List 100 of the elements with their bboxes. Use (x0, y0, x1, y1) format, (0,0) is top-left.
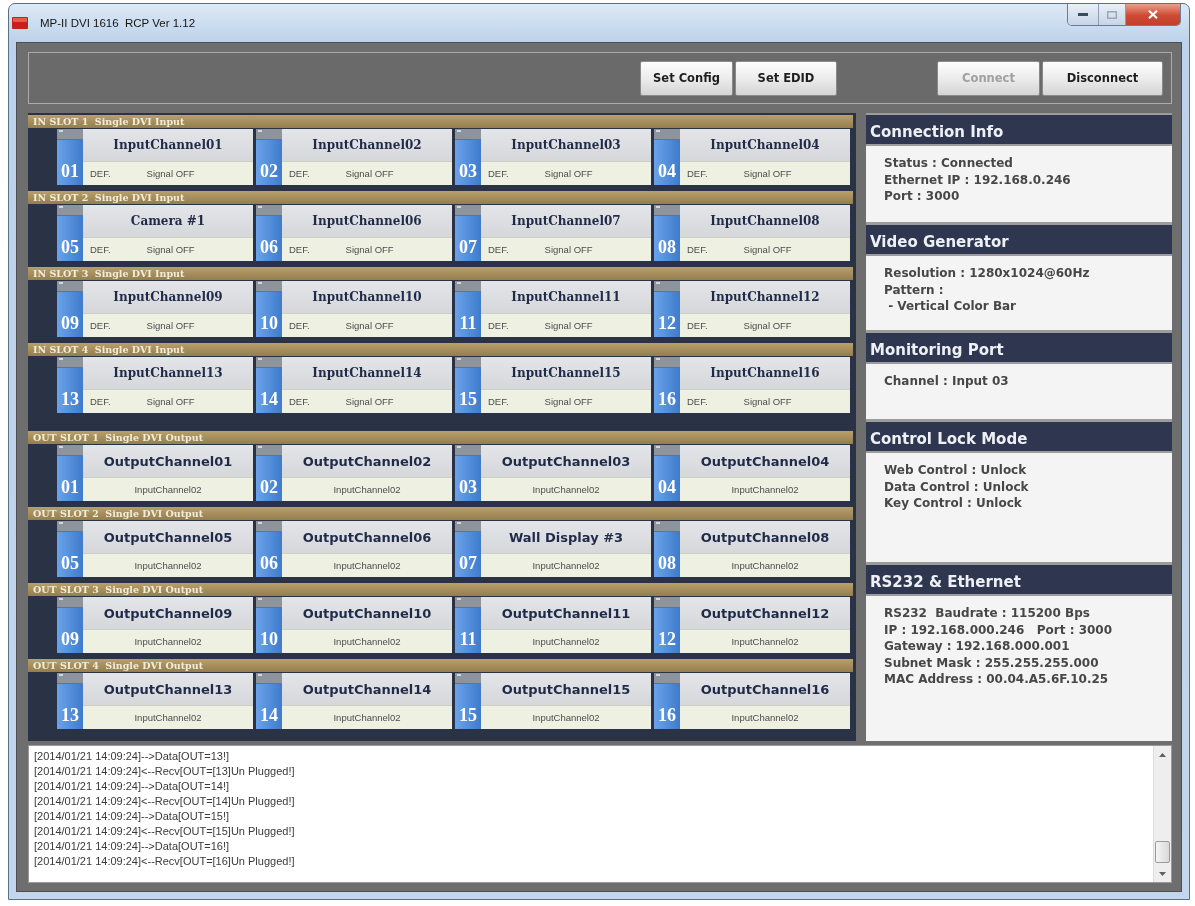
output-channel-card[interactable]: 07 Wall Display #3 InputChannel02 (455, 521, 651, 577)
output-channel-card[interactable]: 12 OutputChannel12 InputChannel02 (654, 597, 850, 653)
output-channel-card[interactable]: 09 OutputChannel09 InputChannel02 (57, 597, 253, 653)
tab-icon (455, 521, 481, 532)
input-channel-card[interactable]: 13 InputChannel13 DEF. Signal OFF (57, 357, 253, 413)
tab-icon (256, 597, 282, 608)
source-channel: InputChannel02 (731, 560, 799, 571)
input-channel-card[interactable]: 14 InputChannel14 DEF. Signal OFF (256, 357, 452, 413)
output-channel-card[interactable]: 13 OutputChannel13 InputChannel02 (57, 673, 253, 729)
input-channel-card[interactable]: 05 Camera #1 DEF. Signal OFF (57, 205, 253, 261)
tab-icon (654, 673, 680, 684)
channel-number: 16 (654, 684, 680, 729)
scrollbar[interactable] (1153, 746, 1171, 882)
tab-icon (57, 281, 83, 292)
channel-name: OutputChannel15 (501, 681, 631, 697)
channel-number: 08 (654, 532, 680, 577)
tab-icon (57, 673, 83, 684)
tab-icon (654, 205, 680, 216)
signal-status: Signal OFF (743, 244, 792, 255)
channel-number: 01 (57, 456, 83, 501)
tab-icon (256, 673, 282, 684)
output-channel-card[interactable]: 05 OutputChannel05 InputChannel02 (57, 521, 253, 577)
input-channel-card[interactable]: 03 InputChannel03 DEF. Signal OFF (455, 129, 651, 185)
close-icon (1148, 10, 1158, 19)
info-line: Subnet Mask : 255.255.255.000 (884, 654, 1099, 671)
info-line: Web Control : Unlock (884, 462, 1027, 479)
input-channel-card[interactable]: 09 InputChannel09 DEF. Signal OFF (57, 281, 253, 337)
section-title: RS232 & Ethernet (870, 573, 1021, 591)
tab-icon (654, 445, 680, 456)
channel-name: OutputChannel16 (700, 681, 830, 697)
section-title: Video Generator (870, 233, 1009, 251)
signal-status: Signal OFF (743, 396, 792, 407)
output-channel-card[interactable]: 04 OutputChannel04 InputChannel02 (654, 445, 850, 501)
input-channel-card[interactable]: 16 InputChannel16 DEF. Signal OFF (654, 357, 850, 413)
output-channel-card[interactable]: 15 OutputChannel15 InputChannel02 (455, 673, 651, 729)
input-channel-card[interactable]: 07 InputChannel07 DEF. Signal OFF (455, 205, 651, 261)
output-channel-card[interactable]: 11 OutputChannel11 InputChannel02 (455, 597, 651, 653)
log-line: [2014/01/21 14:09:24]<--Recv[OUT=[15]Un Plugged!] (34, 824, 295, 839)
signal-status: Signal OFF (146, 320, 195, 331)
tab-icon (455, 205, 481, 216)
tab-icon (256, 357, 282, 368)
input-channel-card[interactable]: 12 InputChannel12 DEF. Signal OFF (654, 281, 850, 337)
input-channel-card[interactable]: 08 InputChannel08 DEF. Signal OFF (654, 205, 850, 261)
tab-icon (455, 445, 481, 456)
section-title: Connection Info (870, 123, 1004, 141)
close-button[interactable] (1126, 4, 1180, 25)
output-channel-card[interactable]: 10 OutputChannel10 InputChannel02 (256, 597, 452, 653)
channel-number: 02 (256, 140, 282, 185)
source-channel: InputChannel02 (532, 712, 600, 723)
info-line: RS232 Baudrate : 115200 Bps (884, 605, 1090, 622)
input-channel-card[interactable]: 06 InputChannel06 DEF. Signal OFF (256, 205, 452, 261)
output-channel-card[interactable]: 06 OutputChannel06 InputChannel02 (256, 521, 452, 577)
tab-icon (256, 129, 282, 140)
channel-name: InputChannel13 (113, 366, 223, 380)
signal-status: Signal OFF (743, 320, 792, 331)
input-channel-card[interactable]: 01 InputChannel01 DEF. Signal OFF (57, 129, 253, 185)
input-channel-card[interactable]: 02 InputChannel02 DEF. Signal OFF (256, 129, 452, 185)
toolbar-button[interactable]: Set Config (640, 60, 733, 96)
source-channel: InputChannel02 (532, 636, 600, 647)
input-channel-card[interactable]: 10 InputChannel10 DEF. Signal OFF (256, 281, 452, 337)
minimize-button[interactable] (1068, 4, 1099, 25)
output-channel-card[interactable]: 03 OutputChannel03 InputChannel02 (455, 445, 651, 501)
log-line: [2014/01/21 14:09:24]-->Data[OUT=13!] (34, 749, 230, 764)
info-line: Ethernet IP : 192.168.0.246 (884, 171, 1071, 188)
output-channel-card[interactable]: 08 OutputChannel08 InputChannel02 (654, 521, 850, 577)
input-channel-card[interactable]: 15 InputChannel15 DEF. Signal OFF (455, 357, 651, 413)
output-channel-card[interactable]: 16 OutputChannel16 InputChannel02 (654, 673, 850, 729)
input-channel-card[interactable]: 04 InputChannel04 DEF. Signal OFF (654, 129, 850, 185)
channel-number: 03 (455, 140, 481, 185)
channel-number: 10 (256, 608, 282, 653)
channel-number: 07 (455, 216, 481, 261)
output-channel-card[interactable]: 02 OutputChannel02 InputChannel02 (256, 445, 452, 501)
channel-number: 15 (455, 368, 481, 413)
channel-number: 11 (455, 608, 481, 653)
tab-icon (57, 597, 83, 608)
output-channel-card[interactable]: 01 OutputChannel01 InputChannel02 (57, 445, 253, 501)
tab-icon (455, 357, 481, 368)
output-channel-card[interactable]: 14 OutputChannel14 InputChannel02 (256, 673, 452, 729)
channel-name: OutputChannel14 (302, 681, 432, 697)
info-line: Channel : Input 03 (884, 373, 1009, 390)
tab-icon (455, 597, 481, 608)
channel-number: 14 (256, 684, 282, 729)
log-line: [2014/01/21 14:09:24]-->Data[OUT=14!] (34, 779, 230, 794)
channel-number: 05 (57, 532, 83, 577)
toolbar-button[interactable]: Set EDID (735, 60, 837, 96)
edid-mode: DEF. (289, 168, 310, 179)
log-line: [2014/01/21 14:09:24]<--Recv[OUT=[13]Un Plugged!] (34, 764, 295, 779)
slot-title: IN SLOT 1 Single DVI Input (33, 116, 185, 127)
signal-status: Signal OFF (544, 168, 593, 179)
scrollbar-thumb[interactable] (1155, 841, 1170, 863)
channel-number: 02 (256, 456, 282, 501)
input-channel-card[interactable]: 11 InputChannel11 DEF. Signal OFF (455, 281, 651, 337)
channel-name: OutputChannel03 (501, 453, 631, 469)
up-arrow-icon (1159, 752, 1166, 757)
source-channel: InputChannel02 (333, 636, 401, 647)
signal-status: Signal OFF (345, 396, 394, 407)
tab-icon (654, 357, 680, 368)
toolbar-button[interactable]: Disconnect (1042, 60, 1163, 96)
channel-name: InputChannel08 (710, 214, 820, 228)
source-channel: InputChannel02 (731, 712, 799, 723)
